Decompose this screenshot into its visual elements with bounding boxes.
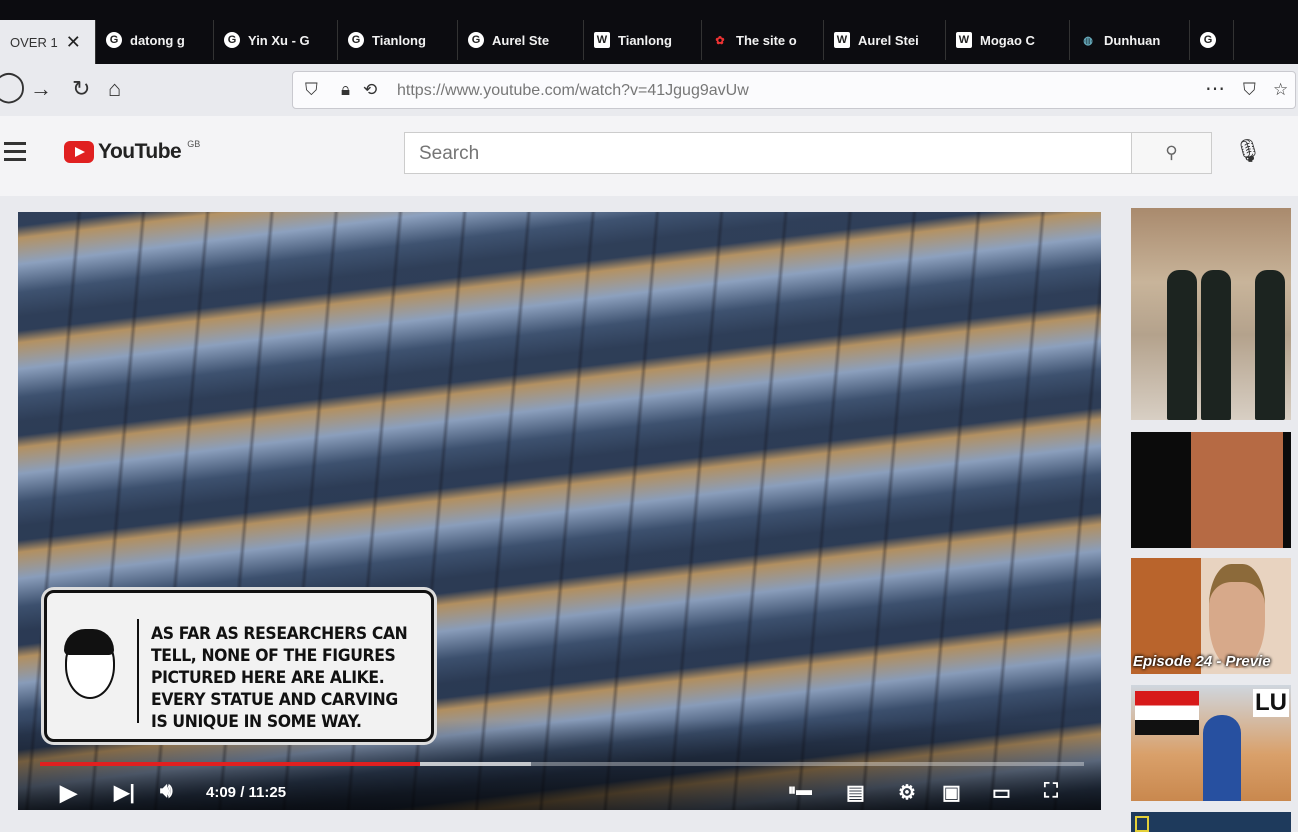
play-icon[interactable]: ▶ (60, 780, 77, 806)
home-icon[interactable]: ⌂ (108, 76, 121, 102)
volume-icon[interactable]: 🔊︎ (160, 780, 173, 803)
navigation-bar: ◯ → ↻ ⌂ ⛉ 🔒︎ ⟲ https://www.youtube.com/w… (0, 64, 1298, 116)
recommended-thumbnail-1[interactable] (1131, 208, 1291, 420)
search-box[interactable] (404, 132, 1132, 174)
tab[interactable]: ◍ Dunhuan (1070, 20, 1190, 60)
time-display: 4:09 / 11:25 (206, 784, 287, 801)
progress-bar[interactable] (40, 762, 1084, 766)
played-bar (40, 762, 421, 766)
tab[interactable]: Gdatong g (96, 20, 214, 60)
caption-divider (137, 619, 139, 723)
recommended-thumbnail-2[interactable] (1131, 432, 1291, 548)
recommended-thumbnail-3[interactable]: Episode 24 - Previe (1131, 558, 1291, 674)
egypt-flag-icon (1135, 691, 1199, 735)
bookmark-star-icon[interactable]: ☆ (1273, 80, 1288, 100)
google-icon: G (468, 32, 484, 48)
thumbnail-figure (1167, 270, 1197, 420)
lock-icon[interactable]: 🔒︎ (341, 80, 350, 100)
site-logo-icon: ✿ (715, 34, 725, 47)
tab[interactable]: W Tianlong (584, 20, 702, 60)
thumbnail-overlay-text: Episode 24 - Previe (1133, 653, 1271, 670)
caption-box: AS FAR AS RESEARCHERS CAN TELL, NONE OF … (44, 590, 434, 742)
pocket-icon[interactable]: ⛉ (1243, 80, 1256, 100)
narrator-avatar-icon (64, 629, 115, 699)
settings-gear-icon[interactable]: ⚙ (898, 780, 916, 805)
tab-title: Yin Xu - G (248, 32, 310, 48)
search-input[interactable] (417, 142, 1121, 166)
thumbnail-person (1203, 715, 1241, 801)
search-button[interactable]: ⚲ (1132, 132, 1212, 174)
subtitles-icon[interactable]: ▤ (846, 780, 865, 805)
tab-title: Tianlong (618, 32, 672, 48)
tab[interactable]: ✿ The site o (702, 20, 824, 60)
theater-mode-icon[interactable]: ▭ (992, 780, 1011, 805)
search-icon: ⚲ (1165, 143, 1178, 162)
tab[interactable]: G Yin Xu - G (214, 20, 338, 60)
youtube-logo-text: YouTube (98, 140, 182, 163)
tab[interactable]: G Aurel Ste (458, 20, 584, 60)
google-icon: G (348, 32, 364, 48)
google-icon: G (106, 32, 122, 48)
forward-arrow-icon[interactable]: → (30, 76, 52, 102)
miniplayer-icon[interactable]: ▣ (942, 780, 961, 805)
tab[interactable]: OVER 1 ✕ (0, 20, 96, 64)
permissions-icon[interactable]: ⟲ (363, 80, 377, 100)
tab-title: The site o (736, 32, 797, 48)
google-icon: G (1200, 32, 1216, 48)
thumbnail-figure (1255, 270, 1285, 420)
wikipedia-icon: W (594, 32, 610, 48)
wikipedia-icon: W (956, 32, 972, 48)
autoplay-toggle-icon[interactable]: ⏸▬ (788, 782, 812, 800)
close-tab-icon[interactable]: ✕ (66, 32, 81, 53)
google-icon: G (224, 32, 240, 48)
video-player[interactable]: AS FAR AS RESEARCHERS CAN TELL, NONE OF … (18, 212, 1101, 810)
tab-title: Dunhuan (1104, 32, 1161, 48)
youtube-play-logo-icon (64, 141, 94, 163)
tab[interactable]: W Mogao C (946, 20, 1070, 60)
menu-icon[interactable] (4, 142, 26, 166)
next-icon[interactable]: ▶| (114, 780, 135, 805)
tab-strip: OVER 1 ✕ Gdatong g G Yin Xu - G G Tianlong G Aur… (0, 0, 1298, 64)
caption-text: AS FAR AS RESEARCHERS CAN TELL, NONE OF … (151, 624, 408, 732)
tab-title: Aurel Stei (858, 32, 919, 48)
tab[interactable]: G Tianlong (338, 20, 458, 60)
recommended-thumbnail-4[interactable]: LU (1131, 685, 1291, 801)
microphone-icon[interactable]: 🎙︎ (1234, 138, 1262, 164)
page-actions-icon[interactable]: ⋯ (1205, 76, 1225, 101)
reload-icon[interactable]: ↻ (72, 76, 90, 102)
youtube-logo[interactable]: YouTube GB (64, 139, 201, 164)
tab-title: datong g (130, 32, 185, 48)
url-text[interactable]: https://www.youtube.com/watch?v=41Jgug9a… (397, 82, 749, 100)
recommended-thumbnail-5[interactable] (1131, 812, 1291, 832)
region-label: GB (187, 139, 201, 149)
tab[interactable]: W Aurel Stei (824, 20, 946, 60)
tab-title: Mogao C (980, 32, 1035, 48)
fullscreen-icon[interactable]: ⛶ (1044, 780, 1058, 803)
tab-title: OVER 1 (10, 34, 58, 50)
thumbnail-overlay-text: LU (1253, 689, 1289, 717)
shield-icon[interactable]: ⛉ (305, 80, 318, 100)
address-bar[interactable]: ⛉ 🔒︎ ⟲ https://www.youtube.com/watch?v=4… (292, 71, 1296, 109)
tab-title: Aurel Ste (492, 32, 550, 48)
back-button[interactable]: ◯ (0, 69, 26, 104)
tab[interactable]: GLef (1190, 20, 1234, 60)
wikipedia-icon: W (834, 32, 850, 48)
site-logo-icon: ◍ (1083, 34, 1093, 47)
tab-title: Tianlong (372, 32, 426, 48)
thumbnail-figure (1201, 270, 1231, 420)
youtube-header: YouTube GB ⚲ 🎙︎ (0, 116, 1298, 196)
